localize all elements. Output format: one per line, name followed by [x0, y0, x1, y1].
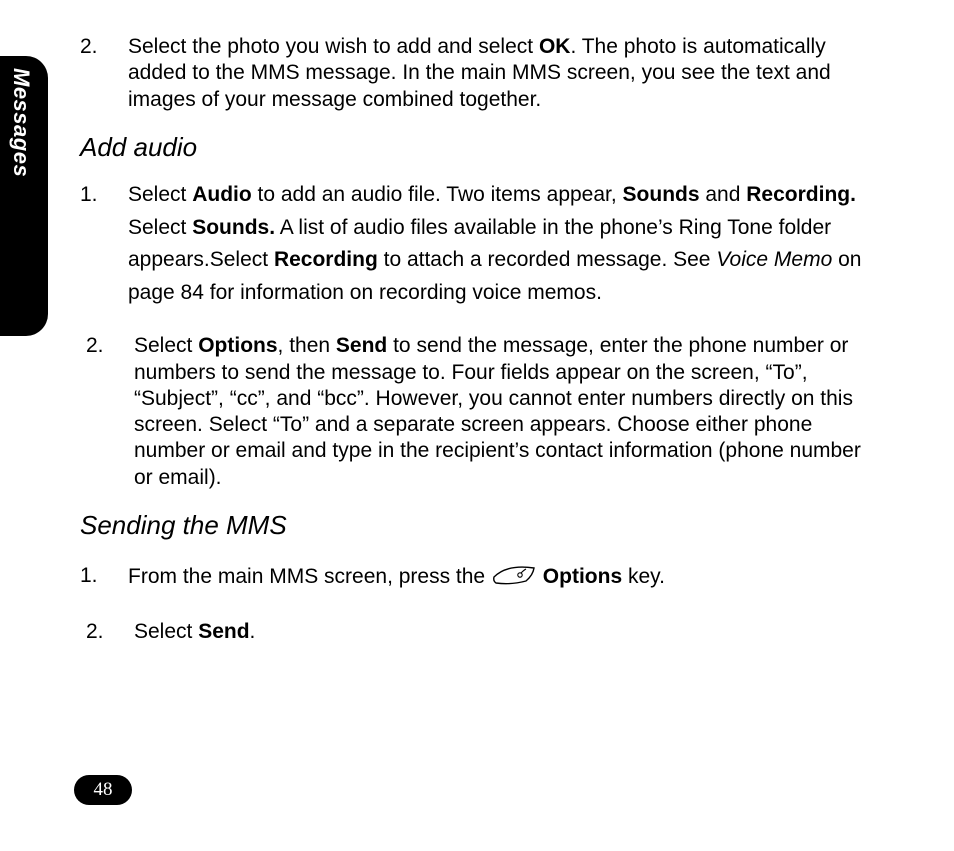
phone-key-icon: [493, 563, 535, 592]
step-number: 1.: [80, 179, 128, 309]
step-text: Select Audio to add an audio file. Two i…: [128, 179, 880, 309]
step-item: 1. Select Audio to add an audio file. Tw…: [80, 179, 880, 309]
section-tab-label: Messages: [8, 68, 34, 177]
heading-sending-mms: Sending the MMS: [80, 509, 880, 542]
step-item: 2. Select the photo you wish to add and …: [80, 34, 880, 113]
heading-add-audio: Add audio: [80, 131, 880, 164]
step-text: From the main MMS screen, press the Opti…: [128, 563, 880, 592]
page-number-badge: 48: [74, 775, 132, 805]
step-text: Select Options, then Send to send the me…: [134, 333, 880, 491]
step-text: Select the photo you wish to add and sel…: [128, 34, 880, 113]
step-item: 2. Select Send.: [86, 619, 880, 645]
step-number: 2.: [80, 34, 128, 113]
text-fragment: Options key.: [543, 566, 665, 589]
step-number: 2.: [86, 333, 134, 491]
step-item: 2. Select Options, then Send to send the…: [86, 333, 880, 491]
step-number: 2.: [86, 619, 134, 645]
section-tab: Messages: [0, 56, 48, 336]
page-number: 48: [94, 779, 113, 801]
page-content: 2. Select the photo you wish to add and …: [80, 34, 880, 663]
text-fragment: From the main MMS screen, press the: [128, 566, 491, 589]
step-item: 1. From the main MMS screen, press the O…: [80, 563, 880, 592]
step-number: 1.: [80, 563, 128, 592]
step-text: Select Send.: [134, 619, 880, 645]
